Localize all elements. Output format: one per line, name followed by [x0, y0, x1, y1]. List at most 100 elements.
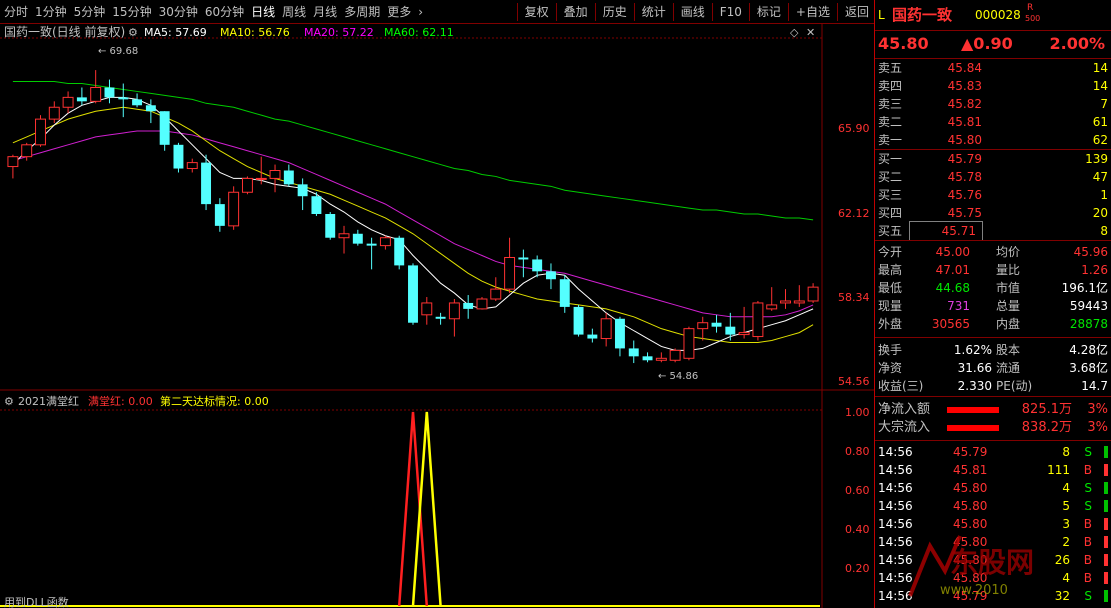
tick-bar [1104, 446, 1108, 458]
candle-body [463, 302, 474, 309]
indicator-name: 2021满堂红 [18, 395, 79, 408]
candle-body [683, 328, 695, 359]
period-toolbar: 分时 1分钟 5分钟 15分钟 30分钟 60分钟 日线 周线 月线 多周期 更… [0, 0, 874, 24]
stats-button[interactable]: 统计 [637, 3, 671, 20]
candle-body [738, 332, 750, 336]
candle-body [132, 99, 143, 106]
tick-row: 14:56 45.80 5 S [875, 497, 1111, 515]
add-watchlist-button[interactable]: +自选 [791, 3, 835, 20]
candle-body [325, 214, 336, 238]
price-row: 45.80 ▲0.90 2.00% [875, 30, 1111, 58]
period-1min[interactable]: 1分钟 [35, 3, 67, 20]
candle-body [255, 177, 267, 180]
candle-body [655, 357, 667, 361]
candle-body [297, 184, 308, 197]
candle [476, 297, 488, 310]
period-60min[interactable]: 60分钟 [205, 3, 244, 20]
bid-row[interactable]: 买一 45.79 139 [875, 150, 1111, 168]
ask-row[interactable]: 卖四 45.83 14 [875, 77, 1111, 95]
overlay-button[interactable]: 叠加 [559, 3, 593, 20]
tick-price: 45.80 [953, 481, 988, 495]
period-weekly[interactable]: 周线 [282, 3, 306, 20]
candle-body [311, 196, 322, 214]
candle-body [62, 96, 74, 108]
candle-body [7, 156, 19, 168]
quote-header: L 国药一致 000028 R 500 [875, 0, 1111, 30]
f10-button[interactable]: F10 [715, 5, 747, 19]
candle-body [269, 170, 281, 179]
ma60-label: MA60: 62.11 [384, 26, 454, 39]
tick-bar [1104, 590, 1108, 602]
candle-body [642, 356, 653, 361]
tick-volume: 4 [1062, 481, 1070, 495]
candle-body [793, 300, 805, 304]
candle-body [145, 105, 156, 112]
ma10-label: MA10: 56.76 [220, 26, 290, 39]
tick-volume: 5 [1062, 499, 1070, 513]
period-multi[interactable]: 多周期 [344, 3, 380, 20]
candle [241, 176, 253, 195]
ask-row[interactable]: 卖二 45.81 61 [875, 113, 1111, 131]
mark-button[interactable]: 标记 [752, 3, 786, 20]
kline-chart[interactable]: 国药一致(日线 前复权) ⚙ MA5: 57.69 MA10: 56.76 MA… [0, 24, 874, 608]
period-5min[interactable]: 5分钟 [74, 3, 106, 20]
ask-row[interactable]: 卖一 45.80 62 [875, 131, 1111, 149]
period-30min[interactable]: 30分钟 [159, 3, 198, 20]
high-marker: ← 69.68 [98, 46, 138, 57]
quote-panel: L 国药一致 000028 R 500 45.80 ▲0.90 2.00% 卖五… [874, 0, 1111, 608]
indicator-tick: 0.20 [845, 562, 870, 575]
period-monthly[interactable]: 月线 [313, 3, 337, 20]
chart-title: 国药一致(日线 前复权) [4, 24, 125, 39]
candle [159, 111, 170, 151]
candle-body [573, 306, 584, 335]
period-fenshi[interactable]: 分时 [4, 3, 28, 20]
flow-bar [947, 425, 999, 431]
stats2-block: 换手 1.62% 股本 4.28亿 净资 31.66 流通 3.68亿 收益(三) 2.330… [878, 343, 1108, 393]
candle-body [283, 170, 294, 185]
bid-row[interactable]: 买四 45.75 20 [875, 204, 1111, 222]
candle-body [241, 177, 253, 193]
history-button[interactable]: 历史 [598, 3, 632, 20]
tick-price: 45.80 [953, 499, 988, 513]
back-button[interactable]: 返回 [840, 3, 874, 20]
gear-icon[interactable]: ⚙ [4, 395, 14, 408]
tick-price: 45.81 [953, 463, 988, 477]
market-prefix: L [878, 8, 885, 22]
draw-button[interactable]: 画线 [676, 3, 710, 20]
gear-icon[interactable]: ⚙ [128, 26, 138, 39]
ask-row[interactable]: 卖三 45.82 7 [875, 95, 1111, 113]
watermark-logo: 东股网 www.2010 [908, 535, 1034, 598]
tick-side: S [1084, 445, 1092, 459]
tick-price: 45.79 [953, 445, 988, 459]
period-daily[interactable]: 日线 [251, 3, 275, 20]
ask-row[interactable]: 卖五 45.84 14 [875, 59, 1111, 77]
price-tick: 62.12 [838, 207, 870, 220]
candle [228, 186, 240, 230]
candle-body [228, 191, 240, 227]
diamond-icon[interactable]: ◇ [790, 26, 799, 39]
candle-body [490, 288, 502, 300]
tick-volume: 111 [1047, 463, 1070, 477]
period-15min[interactable]: 15分钟 [112, 3, 151, 20]
candle [752, 300, 764, 341]
fuquan-button[interactable]: 复权 [520, 3, 554, 20]
tick-volume: 8 [1062, 445, 1070, 459]
ma20-label: MA20: 57.22 [304, 26, 374, 39]
candle-body [421, 302, 433, 316]
tick-time: 14:56 [878, 445, 913, 459]
candle-body [532, 259, 543, 272]
price-tick: 65.90 [838, 122, 870, 135]
tick-bar [1104, 536, 1108, 548]
indicator-line2: 第二天达标情况: 0.00 [160, 394, 269, 408]
indicator-tick: 1.00 [845, 406, 870, 419]
candle-body [448, 302, 460, 320]
tick-side: S [1084, 499, 1092, 513]
period-more[interactable]: 更多 [387, 3, 411, 20]
chevron-right-icon[interactable]: › [418, 5, 423, 19]
price-change: ▲0.90 [961, 34, 1013, 53]
bid-row[interactable]: 买二 45.78 47 [875, 168, 1111, 186]
bid-row[interactable]: 买五 45.71 8 [875, 221, 1111, 241]
bid-row[interactable]: 买三 45.76 1 [875, 186, 1111, 204]
close-icon[interactable]: ✕ [806, 26, 815, 39]
price-tick: 58.34 [838, 291, 870, 304]
